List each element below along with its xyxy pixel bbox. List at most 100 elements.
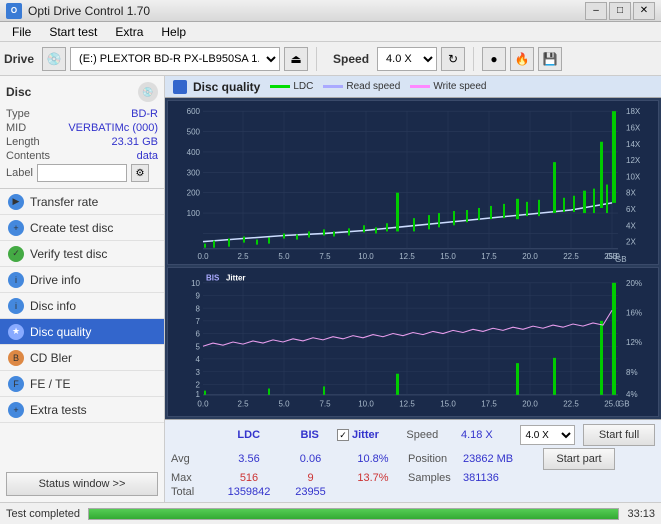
- start-part-label: Start part: [556, 453, 601, 465]
- svg-text:4: 4: [196, 355, 201, 364]
- svg-text:20%: 20%: [626, 279, 643, 288]
- svg-text:15.0: 15.0: [440, 252, 456, 261]
- speed-stats-select[interactable]: 4.0 X: [520, 425, 575, 445]
- total-ldc: 1359842: [215, 486, 283, 498]
- burn-button[interactable]: 🔥: [510, 47, 534, 71]
- nav-disc-quality-label: Disc quality: [30, 325, 91, 339]
- ldc-header: LDC: [215, 429, 282, 441]
- save-button[interactable]: 💾: [538, 47, 562, 71]
- legend-write-speed-label: Write speed: [433, 81, 486, 92]
- svg-text:4%: 4%: [626, 390, 638, 399]
- title-bar-left: O Opti Drive Control 1.70: [6, 3, 150, 19]
- jitter-checkbox-wrap: ✓ Jitter: [337, 429, 406, 441]
- legend-ldc-label: LDC: [293, 81, 313, 92]
- disc-length-row: Length 23.31 GB: [6, 136, 158, 148]
- eject-button[interactable]: ⏏: [284, 47, 308, 71]
- svg-text:20.0: 20.0: [522, 252, 538, 261]
- menu-extra[interactable]: Extra: [107, 23, 151, 41]
- nav-disc-info-label: Disc info: [30, 299, 76, 313]
- speed-label: Speed: [333, 52, 369, 66]
- status-text: Test completed: [6, 508, 80, 520]
- jitter-checkbox[interactable]: ✓: [337, 429, 349, 441]
- disc-mid-row: MID VERBATIMc (000): [6, 122, 158, 134]
- fe-te-icon: F: [8, 376, 24, 392]
- samples-value: 381136: [463, 472, 543, 484]
- disc-button[interactable]: ●: [482, 47, 506, 71]
- sidebar: Disc 💿 Type BD-R MID VERBATIMc (000) Len…: [0, 76, 165, 502]
- svg-text:8: 8: [196, 304, 201, 313]
- svg-text:20.0: 20.0: [522, 399, 538, 408]
- title-bar-controls: – □ ✕: [585, 2, 655, 20]
- status-window-button[interactable]: Status window >>: [6, 472, 158, 496]
- legend-write-speed-color: [410, 85, 430, 88]
- transfer-rate-icon: ▶: [8, 194, 24, 210]
- svg-text:2X: 2X: [626, 238, 636, 247]
- nav-transfer-rate[interactable]: ▶ Transfer rate: [0, 189, 164, 215]
- disc-contents-value: data: [137, 150, 158, 162]
- app-icon: O: [6, 3, 22, 19]
- svg-text:6X: 6X: [626, 205, 636, 214]
- svg-text:GB: GB: [618, 399, 630, 408]
- svg-text:4X: 4X: [626, 221, 636, 230]
- drive-info-icon: i: [8, 272, 24, 288]
- legend-ldc: LDC: [270, 81, 313, 92]
- svg-text:10: 10: [191, 279, 200, 288]
- start-part-button[interactable]: Start part: [543, 448, 615, 470]
- disc-contents-row: Contents data: [6, 150, 158, 162]
- nav-verify-test-disc[interactable]: ✓ Verify test disc: [0, 241, 164, 267]
- svg-text:22.5: 22.5: [563, 252, 579, 261]
- chart-bis-svg: BIS Jitter: [168, 268, 658, 416]
- svg-text:10.0: 10.0: [358, 399, 374, 408]
- nav-items: ▶ Transfer rate + Create test disc ✓ Ver…: [0, 189, 164, 466]
- close-button[interactable]: ✕: [633, 2, 655, 20]
- max-ldc: 516: [215, 472, 283, 484]
- nav-cd-bler[interactable]: B CD Bler: [0, 345, 164, 371]
- start-full-button[interactable]: Start full: [583, 424, 655, 446]
- right-panel: Disc quality LDC Read speed Write speed: [165, 76, 661, 502]
- menu-file[interactable]: File: [4, 23, 39, 41]
- position-value: 23862 MB: [463, 453, 543, 465]
- disc-mid-label: MID: [6, 122, 26, 134]
- menu-help[interactable]: Help: [153, 23, 194, 41]
- drive-icon-button[interactable]: 💿: [42, 47, 66, 71]
- panel-title: Disc quality: [193, 80, 260, 94]
- legend-read-speed: Read speed: [323, 81, 400, 92]
- maximize-button[interactable]: □: [609, 2, 631, 20]
- drive-select[interactable]: (E:) PLEXTOR BD-R PX-LB950SA 1.06: [70, 47, 280, 71]
- title-bar: O Opti Drive Control 1.70 – □ ✕: [0, 0, 661, 22]
- disc-label-input[interactable]: [37, 164, 127, 182]
- disc-title: Disc: [6, 85, 31, 99]
- svg-text:10.0: 10.0: [358, 252, 374, 261]
- svg-text:5: 5: [196, 342, 201, 351]
- total-label: Total: [171, 486, 215, 498]
- position-label: Position: [408, 453, 463, 465]
- nav-fe-te-label: FE / TE: [30, 377, 70, 391]
- legend-read-speed-color: [323, 85, 343, 88]
- disc-length-label: Length: [6, 136, 40, 148]
- legend-ldc-color: [270, 85, 290, 88]
- disc-header: Disc 💿: [6, 82, 158, 102]
- disc-label-btn[interactable]: ⚙: [131, 164, 149, 182]
- nav-drive-info[interactable]: i Drive info: [0, 267, 164, 293]
- nav-fe-te[interactable]: F FE / TE: [0, 371, 164, 397]
- svg-text:14X: 14X: [626, 140, 641, 149]
- svg-text:17.5: 17.5: [481, 252, 497, 261]
- svg-text:5.0: 5.0: [278, 252, 290, 261]
- nav-disc-quality[interactable]: ★ Disc quality: [0, 319, 164, 345]
- minimize-button[interactable]: –: [585, 2, 607, 20]
- speed-select[interactable]: 4.0 X: [377, 47, 437, 71]
- nav-create-test-disc-label: Create test disc: [30, 221, 113, 235]
- nav-extra-tests[interactable]: + Extra tests: [0, 397, 164, 423]
- nav-disc-info[interactable]: i Disc info: [0, 293, 164, 319]
- nav-create-test-disc[interactable]: + Create test disc: [0, 215, 164, 241]
- svg-text:15.0: 15.0: [440, 399, 456, 408]
- verify-test-disc-icon: ✓: [8, 246, 24, 262]
- menu-bar: File Start test Extra Help: [0, 22, 661, 42]
- svg-text:12.5: 12.5: [399, 252, 415, 261]
- svg-text:9: 9: [196, 291, 201, 300]
- refresh-button[interactable]: ↻: [441, 47, 465, 71]
- svg-text:1: 1: [196, 390, 201, 399]
- nav-cd-bler-label: CD Bler: [30, 351, 72, 365]
- disc-panel: Disc 💿 Type BD-R MID VERBATIMc (000) Len…: [0, 76, 164, 189]
- menu-start-test[interactable]: Start test: [41, 23, 105, 41]
